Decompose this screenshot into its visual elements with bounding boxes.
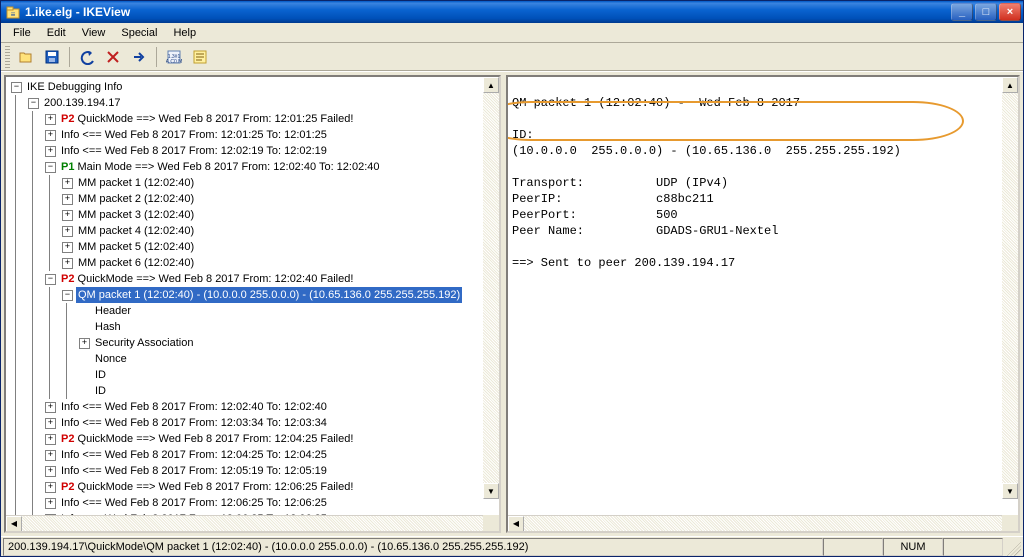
detail-peername-v: GDADS-GRU1-Nextel [656, 224, 778, 238]
tree-node[interactable]: Info <== Wed Feb 8 2017 From: 12:06:25 T… [8, 495, 483, 511]
status-num: NUM [883, 538, 943, 556]
detail-scrollbar-v[interactable]: ▲▼ [1002, 77, 1018, 499]
toolbar-delete-button[interactable] [101, 46, 125, 68]
window-title: 1.ike.elg - IKEView [25, 5, 130, 19]
tree-leaf[interactable]: Nonce [8, 351, 483, 367]
tree-content[interactable]: IKE Debugging Info 200.139.194.17 P2 Qui… [6, 77, 499, 515]
menubar: File Edit View Special Help [1, 23, 1023, 43]
tree-node[interactable]: P2 QuickMode ==> Wed Feb 8 2017 From: 12… [8, 271, 483, 287]
detail-sent: ==> Sent to peer 200.139.194.17 [512, 256, 735, 270]
tree-node[interactable]: Info <== Wed Feb 8 2017 From: 12:03:34 T… [8, 415, 483, 431]
detail-peerport-k: PeerPort: [512, 208, 577, 222]
tree-node[interactable]: Info <== Wed Feb 8 2017 From: 12:02:40 T… [8, 399, 483, 415]
svg-text:≡: ≡ [11, 10, 16, 19]
tree-node[interactable]: MM packet 5 (12:02:40) [8, 239, 483, 255]
toolbar-text-button[interactable] [188, 46, 212, 68]
tree-node[interactable]: MM packet 2 (12:02:40) [8, 191, 483, 207]
detail-peerip-k: PeerIP: [512, 192, 562, 206]
tree-node[interactable]: Info <== Wed Feb 8 2017 From: 12:01:25 T… [8, 127, 483, 143]
toolbar-undo-button[interactable] [75, 46, 99, 68]
tree-node[interactable]: Info <== Wed Feb 8 2017 From: 12:02:19 T… [8, 143, 483, 159]
tree-node[interactable]: MM packet 4 (12:02:40) [8, 223, 483, 239]
tree-node[interactable]: Info <== Wed Feb 8 2017 From: 12:05:19 T… [8, 463, 483, 479]
menu-help[interactable]: Help [165, 25, 204, 41]
app-window: ≡ 1.ike.elg - IKEView _ □ × File Edit Vi… [0, 0, 1024, 557]
detail-peerport-v: 500 [656, 208, 678, 222]
tree-node[interactable]: Info <== Wed Feb 8 2017 From: 12:06:35 T… [8, 511, 483, 515]
tree-leaf[interactable]: ID [8, 367, 483, 383]
tree-scrollbar-h[interactable]: ◀▶ [6, 515, 499, 531]
tree-leaf[interactable]: Hash [8, 319, 483, 335]
tree-node[interactable]: P2 QuickMode ==> Wed Feb 8 2017 From: 12… [8, 479, 483, 495]
detail-content[interactable]: QM packet 1 (12:02:40) - Wed Feb 8 2017 … [508, 77, 1018, 515]
detail-transport-v: UDP (IPv4) [656, 176, 728, 190]
menu-edit[interactable]: Edit [39, 25, 74, 41]
close-button[interactable]: × [999, 3, 1021, 21]
status-blank2 [943, 538, 1003, 556]
status-blank1 [823, 538, 883, 556]
maximize-button[interactable]: □ [975, 3, 997, 21]
tree-node[interactable]: P2 QuickMode ==> Wed Feb 8 2017 From: 12… [8, 431, 483, 447]
detail-header: QM packet 1 (12:02:40) - Wed Feb 8 2017 [512, 96, 800, 110]
menu-special[interactable]: Special [113, 25, 165, 41]
tree-leaf[interactable]: Security Association [8, 335, 483, 351]
tree-node[interactable]: P2 QuickMode ==> Wed Feb 8 2017 From: 12… [8, 111, 483, 127]
detail-id-line: (10.0.0.0 255.0.0.0) - (10.65.136.0 255.… [512, 144, 901, 158]
detail-peerip-v: c88bc211 [656, 192, 714, 206]
minimize-button[interactable]: _ [951, 3, 973, 21]
menu-view[interactable]: View [74, 25, 114, 41]
tree-root[interactable]: IKE Debugging Info [8, 79, 483, 95]
toolbar: 1.3#1A.C0.M [1, 43, 1023, 71]
tree-pane: IKE Debugging Info 200.139.194.17 P2 Qui… [4, 75, 501, 533]
detail-id-label: ID: [512, 128, 534, 142]
client-area: IKE Debugging Info 200.139.194.17 P2 Qui… [1, 71, 1023, 536]
tree-leaf[interactable]: Header [8, 303, 483, 319]
toolbar-config-button[interactable]: 1.3#1A.C0.M [162, 46, 186, 68]
toolbar-next-button[interactable] [127, 46, 151, 68]
tree-host[interactable]: 200.139.194.17 [8, 95, 483, 111]
app-icon: ≡ [5, 4, 21, 20]
tree-node[interactable]: P1 Main Mode ==> Wed Feb 8 2017 From: 12… [8, 159, 483, 175]
toolbar-open-button[interactable] [14, 46, 38, 68]
toolbar-grip[interactable] [5, 46, 10, 68]
resize-grip[interactable] [1003, 538, 1021, 556]
detail-transport-k: Transport: [512, 176, 584, 190]
tree-node[interactable]: MM packet 6 (12:02:40) [8, 255, 483, 271]
toolbar-save-button[interactable] [40, 46, 64, 68]
tree-node[interactable]: Info <== Wed Feb 8 2017 From: 12:04:25 T… [8, 447, 483, 463]
tree-leaf[interactable]: ID [8, 383, 483, 399]
svg-text:A.C0.M: A.C0.M [166, 59, 182, 65]
splitter[interactable] [501, 72, 503, 536]
detail-peername-k: Peer Name: [512, 224, 584, 238]
status-path: 200.139.194.17\QuickMode\QM packet 1 (12… [3, 538, 823, 556]
detail-scrollbar-h[interactable]: ◀▶ [508, 515, 1018, 531]
tree-node-selected[interactable]: QM packet 1 (12:02:40) - (10.0.0.0 255.0… [8, 287, 483, 303]
tree-node[interactable]: MM packet 1 (12:02:40) [8, 175, 483, 191]
detail-pane: QM packet 1 (12:02:40) - Wed Feb 8 2017 … [506, 75, 1020, 533]
tree-node[interactable]: MM packet 3 (12:02:40) [8, 207, 483, 223]
menu-file[interactable]: File [5, 25, 39, 41]
tree-scrollbar-v[interactable]: ▲▼ [483, 77, 499, 499]
titlebar: ≡ 1.ike.elg - IKEView _ □ × [1, 1, 1023, 23]
statusbar: 200.139.194.17\QuickMode\QM packet 1 (12… [1, 536, 1023, 556]
